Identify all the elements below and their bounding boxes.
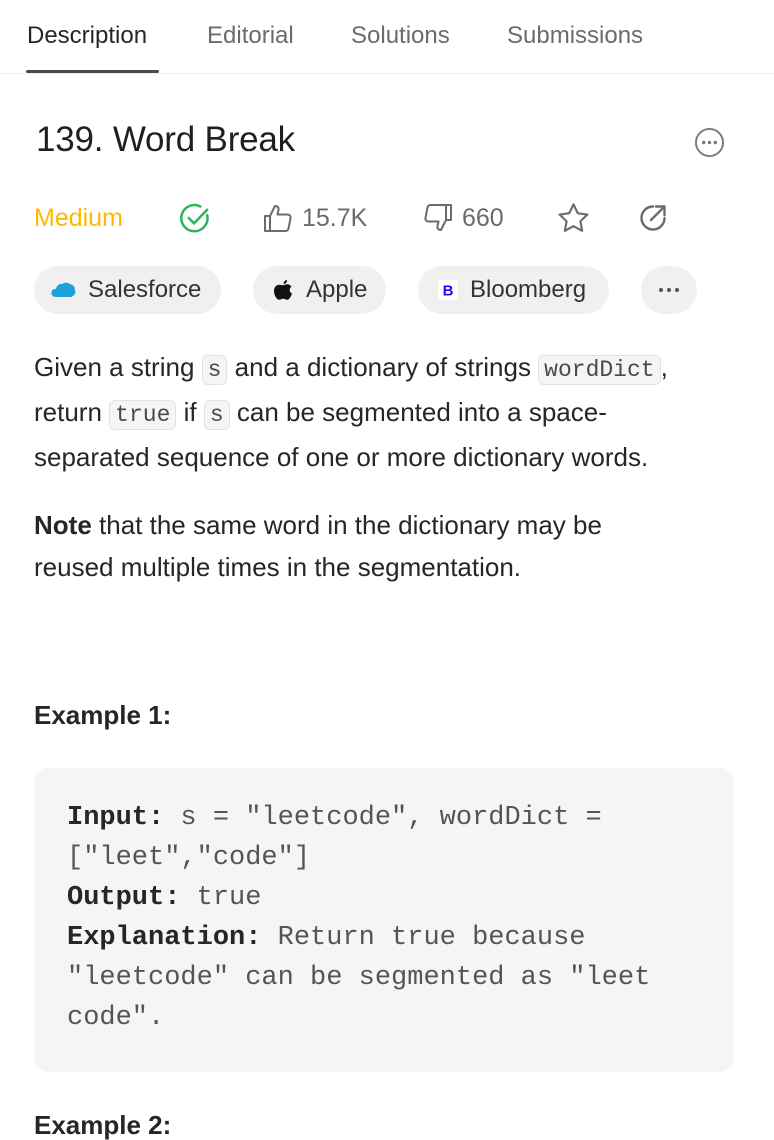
bloomberg-b-icon: B — [438, 280, 458, 300]
difficulty-badge: Medium — [34, 203, 123, 232]
company-tag-apple[interactable]: Apple — [253, 266, 386, 314]
thumbs-down-icon — [424, 204, 452, 231]
example-1-box: Input: s = "leetcode", wordDict = ["leet… — [34, 768, 734, 1072]
share-icon[interactable] — [636, 201, 670, 235]
dislike-button[interactable]: 660 — [422, 197, 504, 239]
tab-solutions[interactable]: Solutions — [351, 22, 450, 50]
inline-code: wordDict — [538, 355, 661, 385]
problem-title: 139. Word Break — [36, 120, 295, 159]
company-label: Bloomberg — [470, 276, 587, 303]
company-tag-salesforce[interactable]: Salesforce — [34, 266, 221, 314]
dislike-count: 660 — [462, 203, 504, 232]
example-1-title: Example 1: — [34, 700, 172, 730]
tab-bar: Description Editorial Solutions Submissi… — [0, 0, 774, 74]
active-tab-indicator — [26, 70, 159, 73]
ellipsis-icon — [659, 288, 679, 292]
apple-icon — [274, 280, 292, 300]
salesforce-cloud-icon — [51, 282, 76, 298]
inline-code: true — [109, 400, 177, 430]
note-paragraph: Note that the same word in the dictionar… — [34, 510, 602, 582]
tab-editorial[interactable]: Editorial — [207, 22, 294, 50]
tab-submissions[interactable]: Submissions — [507, 22, 643, 50]
thumbs-up-icon — [264, 205, 292, 232]
company-tag-bloomberg[interactable]: B Bloomberg — [418, 266, 609, 314]
inline-code: s — [203, 400, 230, 430]
svg-text:B: B — [443, 283, 454, 300]
like-button[interactable]: 15.7K — [262, 197, 367, 239]
like-count: 15.7K — [302, 203, 368, 232]
company-label: Apple — [306, 276, 368, 303]
favorite-star-icon[interactable] — [556, 201, 591, 236]
more-options-icon[interactable] — [694, 127, 725, 158]
company-label: Salesforce — [88, 276, 202, 303]
description-paragraph: Given a string s and a dictionary of str… — [34, 352, 668, 472]
inline-code: s — [201, 355, 228, 385]
more-companies-button[interactable] — [641, 266, 697, 314]
example-2-title: Example 2: — [34, 1110, 172, 1140]
solved-check-icon — [180, 203, 209, 233]
tab-description[interactable]: Description — [27, 22, 147, 50]
